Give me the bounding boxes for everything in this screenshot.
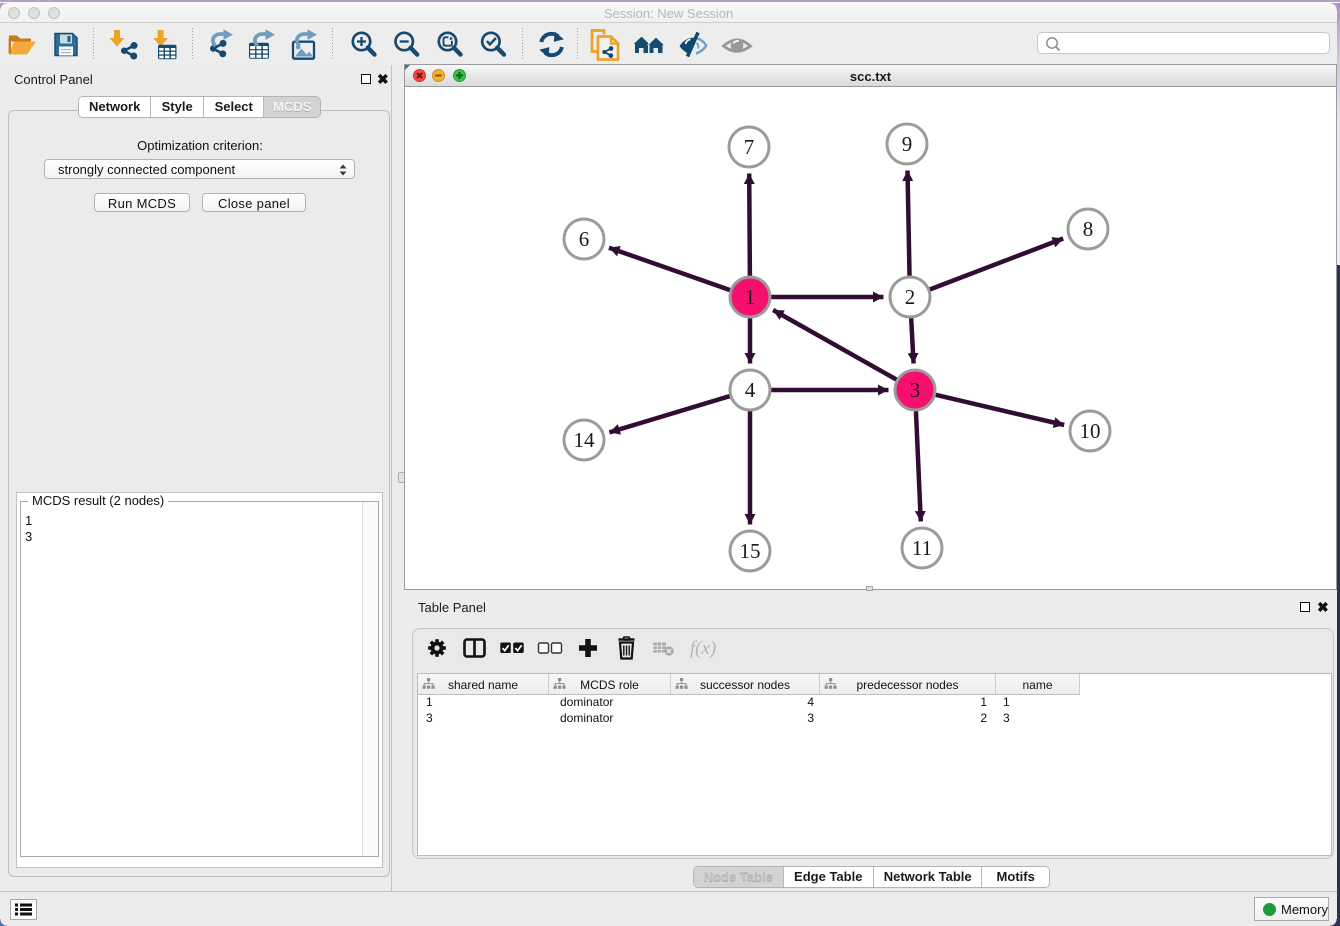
svg-text:11: 11 xyxy=(912,536,932,560)
svg-text:6: 6 xyxy=(579,227,590,251)
svg-text:f(x): f(x) xyxy=(690,638,716,659)
svg-text:10: 10 xyxy=(1080,419,1101,443)
svg-text:4: 4 xyxy=(745,378,756,402)
svg-text:3: 3 xyxy=(910,378,921,402)
svg-text:9: 9 xyxy=(902,132,913,156)
svg-text:7: 7 xyxy=(744,135,755,159)
svg-text:1: 1 xyxy=(745,285,756,309)
svg-text:2: 2 xyxy=(905,285,916,309)
svg-text:8: 8 xyxy=(1083,217,1094,241)
svg-text:15: 15 xyxy=(740,539,761,563)
svg-text:14: 14 xyxy=(574,428,596,452)
